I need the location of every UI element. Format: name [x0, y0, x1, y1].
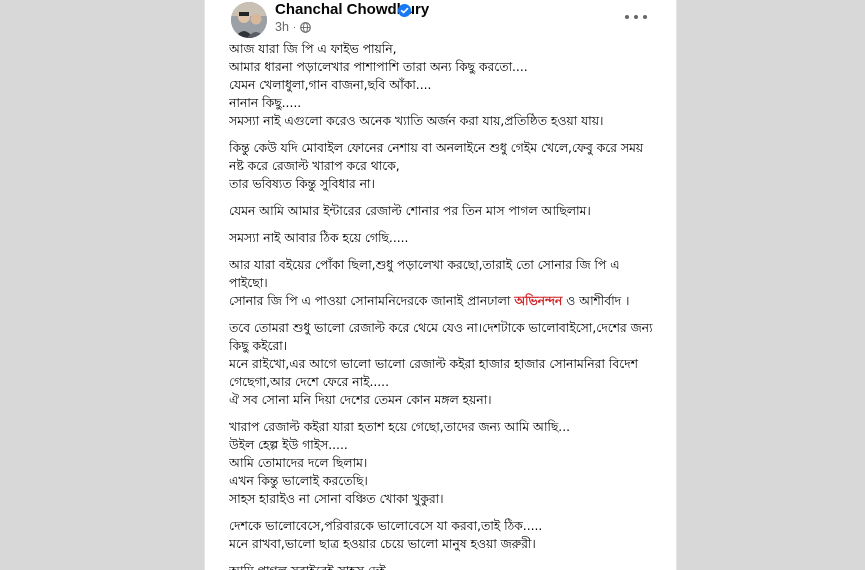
- globe-icon: [300, 21, 312, 33]
- text-line: আমি পাগল সবাইরেই সাহস দেই...: [229, 562, 669, 570]
- text-line: সমস্যা নাই এগুলো করেও অনেক খ্যাতি অর্জন …: [229, 114, 604, 128]
- text-line: ঐ সব সোনা মনি দিয়া দেশের তেমন কোন মঙ্গল…: [229, 393, 492, 407]
- text-line: নানান কিছু.....: [229, 96, 302, 110]
- congrats-line: সোনার জি পি এ পাওয়া সোনামনিদেরকে জানাই …: [229, 292, 669, 310]
- text-line: যেমন খেলাধুলা,গান বাজনা,ছবি আঁকা....: [229, 78, 432, 92]
- text-line: খারাপ রেজাল্ট কইরা যারা হতাশ হয়ে গেছো,ত…: [229, 420, 571, 434]
- congrats-text-end: ও আশীর্বাদ ।: [562, 294, 630, 308]
- text-line: কিছু কইরো।: [229, 339, 288, 353]
- text-line: আমার ধারনা পড়ালেখার পাশাপাশি তারা অন্য …: [229, 60, 528, 74]
- post-time[interactable]: 3h: [275, 20, 289, 34]
- paragraph: আর যারা বইয়ের পোঁকা ছিলা,শুধু পড়ালেখা …: [229, 256, 669, 310]
- post-text: আজ যারা জি পি এ ফাইভ পায়নি, আমার ধারনা …: [229, 40, 669, 570]
- text-line: কিন্তু কেউ যদি মোবাইল ফোনের নেশায় বা অন…: [229, 141, 644, 155]
- text-line: আর যারা বইয়ের পোঁকা ছিলা,শুধু পড়ালেখা …: [229, 258, 620, 272]
- paragraph: আজ যারা জি পি এ ফাইভ পায়নি, আমার ধারনা …: [229, 40, 669, 130]
- congrats-text: সোনার জি পি এ পাওয়া সোনামনিদেরকে জানাই …: [229, 294, 515, 308]
- post-header: Chanchal Chowdhury 3h ·: [205, 0, 676, 40]
- more-options-icon[interactable]: [625, 10, 647, 24]
- text-line: তবে তোমরা শুধু ভালো রেজাল্ট করে থেমে যেও…: [229, 321, 653, 335]
- paragraph: খারাপ রেজাল্ট কইরা যারা হতাশ হয়ে গেছো,ত…: [229, 418, 669, 508]
- text-line: এখন কিন্তু ভালোই করতেছি।: [229, 474, 368, 488]
- congrats-highlight: অভিনন্দন: [514, 294, 563, 308]
- paragraph: তবে তোমরা শুধু ভালো রেজাল্ট করে থেমে যেও…: [229, 319, 669, 409]
- post-meta: 3h ·: [275, 20, 312, 34]
- text-line: দেশকে ভালোবেসে,পরিবারকে ভালোবেসে যা করবা…: [229, 519, 543, 533]
- text-line: মনে রাখবা,ভালো ছাত্র হওয়ার চেয়ে ভালো ম…: [229, 537, 536, 551]
- text-line: তার ভবিষ্যত কিন্তু সুবিধার না।: [229, 177, 375, 191]
- paragraph: কিন্তু কেউ যদি মোবাইল ফোনের নেশায় বা অন…: [229, 139, 669, 193]
- text-line: সাহস হারাইও না সোনা বঞ্চিত খোকা খুকুরা।: [229, 492, 444, 506]
- post-card: Chanchal Chowdhury 3h · আজ যারা জি পি এ …: [204, 0, 677, 570]
- text-line: যেমন আমি আমার ইন্টারের রেজাল্ট শোনার পর …: [229, 204, 591, 218]
- text-line: সমস্যা নাই আবার ঠিক হয়ে গেছি.....: [229, 231, 409, 245]
- author-avatar[interactable]: [231, 2, 267, 38]
- text-line: আজ যারা জি পি এ ফাইভ পায়নি,: [229, 42, 397, 56]
- text-line: গেছেগা,আর দেশে ফেরে নাই.....: [229, 375, 390, 389]
- verified-badge-icon: [398, 4, 411, 17]
- paragraph: আমি পাগল সবাইরেই সাহস দেই...: [229, 562, 669, 570]
- text-line: মনে রাইখো,এর আগে ভালো ভালো রেজাল্ট কইরা …: [229, 357, 638, 371]
- paragraph: যেমন আমি আমার ইন্টারের রেজাল্ট শোনার পর …: [229, 202, 669, 220]
- paragraph: দেশকে ভালোবেসে,পরিবারকে ভালোবেসে যা করবা…: [229, 517, 669, 553]
- text-line: আমি তোমাদের দলে ছিলাম।: [229, 456, 368, 470]
- paragraph: সমস্যা নাই আবার ঠিক হয়ে গেছি.....: [229, 229, 669, 247]
- separator-dot: ·: [292, 21, 297, 33]
- text-line: নষ্ট করে রেজাল্ট খারাপ করে থাকে,: [229, 159, 400, 173]
- text-line: পাইছো।: [229, 276, 268, 290]
- text-line: উইল হেল্প ইউ গাইস.....: [229, 438, 348, 452]
